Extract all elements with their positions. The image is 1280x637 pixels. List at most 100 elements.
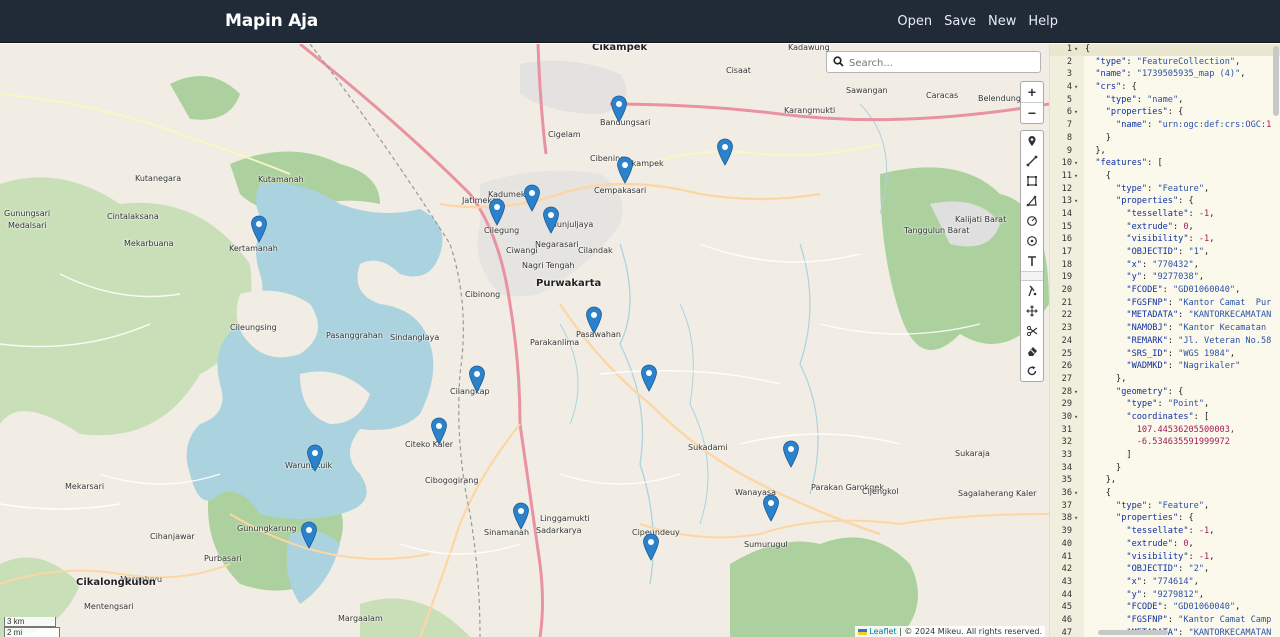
new-menu-item[interactable]: New: [988, 14, 1016, 29]
code-line[interactable]: 17 "OBJECTID": "1",: [1050, 246, 1280, 259]
code-line[interactable]: 13 ▾ "properties": {: [1050, 195, 1280, 208]
help-menu-item[interactable]: Help: [1028, 14, 1058, 29]
map-marker[interactable]: [585, 306, 603, 334]
code-line[interactable]: 8 }: [1050, 132, 1280, 145]
leaflet-link[interactable]: Leaflet: [869, 627, 896, 636]
code-line[interactable]: 25 "SRS_ID": "WGS 1984",: [1050, 348, 1280, 361]
code-line[interactable]: 18 "x": "770432",: [1050, 259, 1280, 272]
code-line[interactable]: 19 "y": "9277038",: [1050, 271, 1280, 284]
code-line[interactable]: 10 ▾ "features": [: [1050, 157, 1280, 170]
code-line[interactable]: 11 ▾ {: [1050, 170, 1280, 183]
code-line[interactable]: 6 ▾ "properties": {: [1050, 106, 1280, 119]
horizontal-scrollbar[interactable]: [1098, 630, 1168, 635]
code-line[interactable]: 3 "name": "1739505935_map (4)",: [1050, 68, 1280, 81]
map-marker[interactable]: [616, 156, 634, 184]
code-line[interactable]: 15 "extrude": 0,: [1050, 221, 1280, 234]
draw-circlemarker-button[interactable]: [1021, 231, 1043, 251]
code-line[interactable]: 45 "FCODE": "GD01060040",: [1050, 601, 1280, 614]
code-line[interactable]: 30 ▾ "coordinates": [: [1050, 411, 1280, 424]
code-line[interactable]: 42 "OBJECTID": "2",: [1050, 563, 1280, 576]
fold-toggle-icon[interactable]: ▾: [1074, 386, 1078, 399]
code-line[interactable]: 12 "type": "Feature",: [1050, 183, 1280, 196]
map-marker[interactable]: [640, 364, 658, 392]
code-line[interactable]: 38 ▾ "properties": {: [1050, 512, 1280, 525]
code-line[interactable]: 41 "visibility": -1,: [1050, 551, 1280, 564]
code-line[interactable]: 39 "tessellate": -1,: [1050, 525, 1280, 538]
map-marker[interactable]: [782, 440, 800, 468]
code-line[interactable]: 29 "type": "Point",: [1050, 398, 1280, 411]
map-marker[interactable]: [542, 206, 560, 234]
save-menu-item[interactable]: Save: [944, 14, 976, 29]
code-content[interactable]: 1 ▾{2 "type": "FeatureCollection", 3 "name…: [1050, 44, 1280, 637]
code-line[interactable]: 20 "FCODE": "GD01060040",: [1050, 284, 1280, 297]
map-marker[interactable]: [488, 198, 506, 226]
fold-toggle-icon[interactable]: ▾: [1074, 157, 1078, 170]
draw-rectangle-button[interactable]: [1021, 171, 1043, 191]
draw-polygon-button[interactable]: [1021, 191, 1043, 211]
fold-toggle-icon[interactable]: ▾: [1074, 512, 1078, 525]
code-line[interactable]: 14 "tessellate": -1,: [1050, 208, 1280, 221]
vertical-scrollbar[interactable]: [1273, 46, 1279, 116]
code-line[interactable]: 28 ▾ "geometry": {: [1050, 386, 1280, 399]
cut-polygon-button[interactable]: [1021, 281, 1043, 301]
fold-toggle-icon[interactable]: ▾: [1074, 44, 1078, 56]
code-line[interactable]: 7 "name": "urn:ogc:def:crs:OGC:1: [1050, 119, 1280, 132]
map-marker[interactable]: [642, 533, 660, 561]
scissors-button[interactable]: [1021, 321, 1043, 341]
code-line[interactable]: 36 ▾ {: [1050, 487, 1280, 500]
code-line[interactable]: 2 "type": "FeatureCollection",: [1050, 56, 1280, 69]
zoom-in-button[interactable]: +: [1021, 82, 1043, 103]
fold-toggle-icon[interactable]: ▾: [1074, 81, 1078, 94]
draw-text-button[interactable]: [1021, 251, 1043, 271]
fold-toggle-icon[interactable]: ▾: [1074, 195, 1078, 208]
draw-polyline-button[interactable]: [1021, 151, 1043, 171]
map-marker[interactable]: [716, 138, 734, 166]
geojson-editor[interactable]: 1 ▾{2 "type": "FeatureCollection", 3 "name…: [1049, 44, 1280, 637]
code-line[interactable]: 4 ▾ "crs": {: [1050, 81, 1280, 94]
code-line[interactable]: 46 "FGSFNP": "Kantor Camat Camp: [1050, 614, 1280, 627]
code-line[interactable]: 1 ▾ {: [1050, 44, 1280, 56]
code-line[interactable]: 35 },: [1050, 474, 1280, 487]
code-line[interactable]: 44 "y": "9279812",: [1050, 589, 1280, 602]
map-marker[interactable]: [523, 184, 541, 212]
map-marker[interactable]: [762, 494, 780, 522]
code-line[interactable]: 43 "x": "774614",: [1050, 576, 1280, 589]
code-line[interactable]: 40 "extrude": 0,: [1050, 538, 1280, 551]
search-input[interactable]: [847, 54, 1036, 72]
code-line[interactable]: 32 -6.534635591999972: [1050, 436, 1280, 449]
erase-button[interactable]: [1021, 341, 1043, 361]
code-line[interactable]: 33 ]: [1050, 449, 1280, 462]
map-marker[interactable]: [306, 444, 324, 472]
code-line[interactable]: 26 "WADMKD": "Nagrikaler": [1050, 360, 1280, 373]
map-marker[interactable]: [610, 95, 628, 123]
fold-toggle-icon[interactable]: ▾: [1074, 170, 1078, 183]
code-line[interactable]: 21 "FGSFNP": "Kantor Camat Pur: [1050, 297, 1280, 310]
code-line[interactable]: 22 "METADATA": "KANTORKECAMATAN: [1050, 309, 1280, 322]
map-marker[interactable]: [250, 215, 268, 243]
map-marker[interactable]: [300, 521, 318, 549]
code-line[interactable]: 5 "type": "name",: [1050, 94, 1280, 107]
code-line[interactable]: 37 "type": "Feature",: [1050, 500, 1280, 513]
code-line[interactable]: 27 },: [1050, 373, 1280, 386]
fold-toggle-icon[interactable]: ▾: [1074, 106, 1078, 119]
code-line[interactable]: 9 },: [1050, 145, 1280, 158]
code-line[interactable]: 23 "NAMOBJ": "Kantor Kecamatan: [1050, 322, 1280, 335]
map-marker[interactable]: [468, 365, 486, 393]
fold-toggle-icon[interactable]: ▾: [1074, 487, 1078, 500]
open-menu-item[interactable]: Open: [897, 14, 932, 29]
code-line[interactable]: 16 "visibility": -1,: [1050, 233, 1280, 246]
map-marker[interactable]: [512, 502, 530, 530]
fold-toggle-icon[interactable]: ▾: [1074, 411, 1078, 424]
zoom-out-button[interactable]: −: [1021, 103, 1043, 123]
map-marker[interactable]: [430, 417, 448, 445]
code-line[interactable]: 31 107.44536205500003,: [1050, 424, 1280, 437]
draw-circle-button[interactable]: [1021, 211, 1043, 231]
drag-button[interactable]: [1021, 301, 1043, 321]
app-brand[interactable]: Mapin Aja: [225, 11, 318, 31]
code-line[interactable]: 34 }: [1050, 462, 1280, 475]
map-search[interactable]: [826, 51, 1041, 73]
code-line[interactable]: 24 "REMARK": "Jl. Veteran No.58: [1050, 335, 1280, 348]
map-view[interactable]: Cikampek Purwakarta Kutanegara Kutamanah…: [0, 44, 1049, 637]
draw-marker-button[interactable]: [1021, 131, 1043, 151]
rotate-button[interactable]: [1021, 361, 1043, 381]
